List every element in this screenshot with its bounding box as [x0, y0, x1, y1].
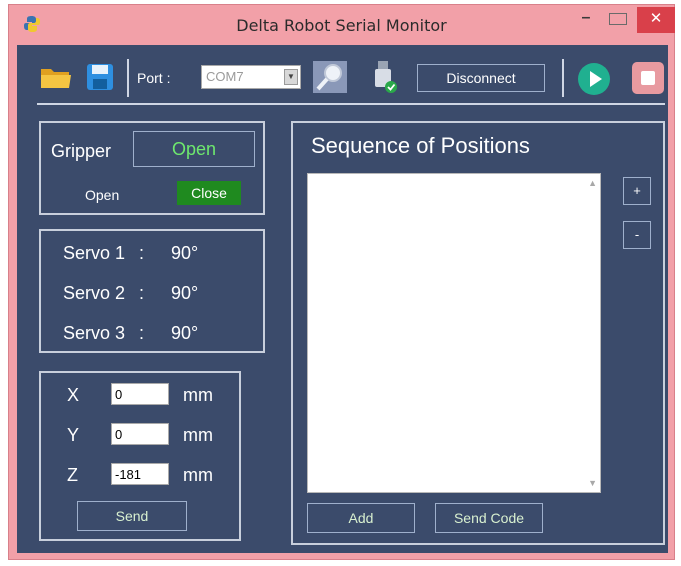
x-coordinate-input[interactable]: 0: [111, 383, 169, 405]
toolbar-separator: [127, 59, 129, 97]
folder-icon[interactable]: [39, 63, 73, 91]
x-unit-label: mm: [183, 385, 213, 405]
port-select[interactable]: COM7 ▼: [201, 65, 301, 89]
port-value: COM7: [206, 69, 244, 84]
close-button[interactable]: ✕: [637, 7, 675, 33]
remove-position-button[interactable]: -: [623, 221, 651, 249]
disconnect-button[interactable]: Disconnect: [417, 64, 545, 92]
z-coordinate-input[interactable]: -181: [111, 463, 169, 485]
servo-2-label: Servo 2: [63, 283, 126, 303]
servo-panel: Servo 1 : 90° Servo 2 : 90° Servo 3 : 90…: [39, 229, 265, 353]
coordinates-panel: X 0 mm Y 0 mm Z -181 mm Send: [39, 371, 241, 541]
servo-1-label: Servo 1: [63, 243, 126, 263]
toolbar-separator: [562, 59, 564, 97]
add-position-button[interactable]: +: [623, 177, 651, 205]
gripper-panel: Gripper Open Open Close: [39, 121, 265, 215]
app-window: Delta Robot Serial Monitor – ✕ Port : CO…: [8, 4, 675, 560]
servo-2-separator: :: [139, 283, 145, 303]
positions-list[interactable]: ▲ ▼: [307, 173, 601, 493]
servo-3-label: Servo 3: [63, 323, 126, 343]
y-axis-label: Y: [67, 425, 80, 445]
gripper-toggle-button[interactable]: Open: [133, 131, 255, 167]
x-axis-label: X: [67, 385, 80, 405]
servo-3-separator: :: [139, 323, 145, 343]
scroll-up-icon[interactable]: ▲: [588, 178, 597, 188]
z-unit-label: mm: [183, 465, 213, 485]
main-panel: Port : COM7 ▼ Disconnect Gripper Open Op…: [17, 45, 668, 553]
gripper-label: Gripper: [51, 141, 112, 161]
y-unit-label: mm: [183, 425, 213, 445]
send-button[interactable]: Send: [77, 501, 187, 531]
toolbar-divider: [37, 103, 665, 105]
gripper-state-open: Open: [85, 187, 120, 203]
search-icon[interactable]: [313, 61, 347, 93]
servo-2-value: 90°: [171, 283, 199, 303]
stop-icon[interactable]: [631, 61, 665, 95]
servo-3-value: 90°: [171, 323, 199, 343]
minimize-button[interactable]: –: [575, 9, 597, 31]
gripper-state-close: Close: [177, 181, 241, 205]
sequence-title: Sequence of Positions: [311, 133, 530, 158]
z-axis-label: Z: [67, 465, 78, 485]
usb-connected-icon: [375, 61, 397, 93]
play-icon[interactable]: [577, 62, 611, 96]
save-icon[interactable]: [85, 62, 115, 92]
port-label: Port :: [137, 70, 171, 86]
servo-1-value: 90°: [171, 243, 199, 263]
chevron-down-icon[interactable]: ▼: [284, 69, 298, 85]
servo-1-separator: :: [139, 243, 145, 263]
scroll-down-icon[interactable]: ▼: [588, 478, 597, 488]
title-bar: Delta Robot Serial Monitor – ✕: [9, 5, 675, 45]
maximize-button[interactable]: [609, 13, 627, 25]
y-coordinate-input[interactable]: 0: [111, 423, 169, 445]
add-button[interactable]: Add: [307, 503, 415, 533]
send-code-button[interactable]: Send Code: [435, 503, 543, 533]
